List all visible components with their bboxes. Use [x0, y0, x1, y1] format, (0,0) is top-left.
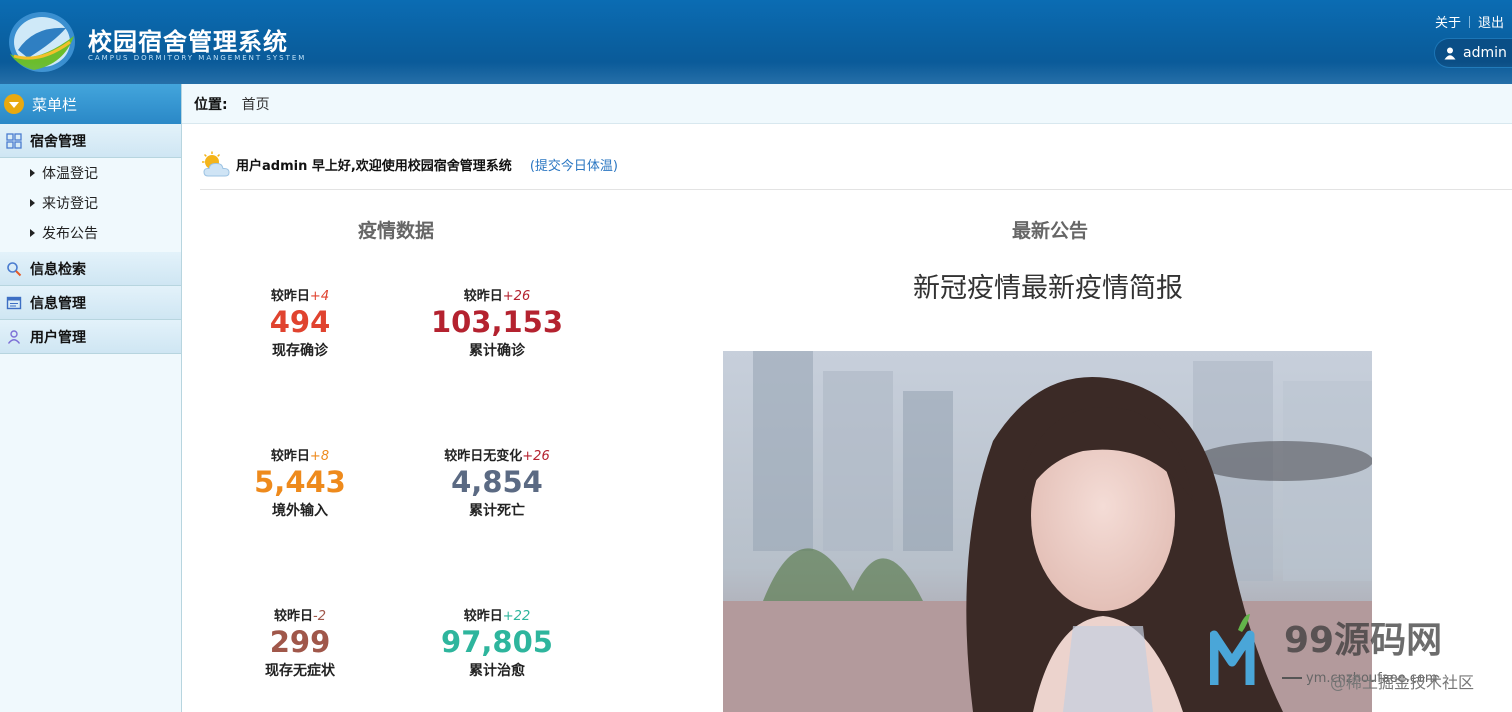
stat-compare-label: 较昨日	[270, 449, 310, 464]
stat-compare-label: 较昨日	[270, 289, 310, 304]
logout-link[interactable]: 退出	[1470, 12, 1512, 31]
weather-sun-cloud-icon	[202, 151, 230, 176]
stat-delta: -2	[313, 609, 326, 624]
sidebar-group-users[interactable]: 用户管理	[0, 320, 181, 354]
stat-current-confirmed: 较昨日+4 494 现存确诊	[190, 285, 410, 360]
notice-title: 最新公告	[1012, 220, 1089, 242]
app-title: 校园宿舍管理系统	[88, 28, 288, 56]
stat-compare-label: 较昨日	[274, 609, 314, 624]
sidebar-item-label: 发布公告	[42, 226, 98, 242]
sidebar-item-visitor[interactable]: 来访登记	[0, 188, 181, 218]
grid-icon	[6, 132, 22, 149]
top-links: 关于 退出	[1427, 12, 1512, 31]
globe-logo-icon	[9, 12, 75, 72]
sidebar-item-label: 体温登记	[42, 166, 98, 182]
stat-compare: 较昨日+4	[190, 285, 410, 304]
search-icon	[7, 261, 22, 276]
stat-total-deaths: 较昨日无变化+26 4,854 累计死亡	[387, 445, 607, 520]
stat-value: 494	[269, 305, 331, 339]
sidebar-group-label: 信息管理	[30, 295, 86, 312]
sidebar-group-label: 宿舍管理	[30, 133, 86, 150]
watermark-logo: 99源码网 ym.cnzhoufaee.com @稀土掘金技术社区	[1210, 614, 1474, 692]
user-menu[interactable]: admin	[1434, 38, 1512, 68]
app-header: 校园宿舍管理系统 CAMPUS DORMITORY MANGEMENT SYST…	[0, 0, 1512, 84]
breadcrumb: 位置: 首页	[182, 84, 1512, 124]
about-link[interactable]: 关于	[1427, 12, 1469, 31]
watermark-brand: 99源码网	[1284, 620, 1442, 661]
sidebar-group-dorm[interactable]: 宿舍管理	[0, 124, 181, 158]
chevron-down-icon	[4, 94, 24, 114]
user-icon	[1444, 47, 1456, 60]
stat-compare: 较昨日无变化+26	[387, 445, 607, 464]
sidebar-item-notice[interactable]: 发布公告	[0, 218, 181, 248]
menu-title: 菜单栏	[32, 95, 78, 114]
stat-asymptomatic: 较昨日-2 299 现存无症状	[190, 605, 410, 680]
sidebar-submenu: 体温登记 来访登记 发布公告	[0, 158, 181, 252]
username: admin	[1463, 45, 1507, 61]
caret-right-icon	[30, 229, 35, 237]
notice-headline[interactable]: 新冠疫情最新疫情简报	[880, 266, 1216, 305]
stat-label: 累计治愈	[469, 663, 525, 679]
caret-right-icon	[30, 199, 35, 207]
stat-value: 103,153	[430, 305, 564, 339]
sidebar: 菜单栏 宿舍管理 体温登记 来访登记 发布公告 信息检索 信息管理 用户管理	[0, 84, 182, 712]
greeting-bar: 用户admin 早上好,欢迎使用校园宿舍管理系统 (提交今日体温)	[200, 140, 1512, 190]
greeting-message: 用户admin 早上好,欢迎使用校园宿舍管理系统	[236, 159, 512, 174]
stat-delta: +22	[502, 609, 531, 624]
user-icon	[7, 329, 21, 344]
menu-header[interactable]: 菜单栏	[0, 84, 181, 124]
document-icon	[6, 296, 22, 309]
stat-delta: +4	[309, 289, 330, 304]
stat-value: 4,854	[451, 465, 543, 499]
stat-delta: +26	[502, 289, 531, 304]
epidemic-title: 疫情数据	[358, 220, 435, 242]
stat-compare: 较昨日+8	[190, 445, 410, 464]
stat-compare: 较昨日+26	[387, 285, 607, 304]
sidebar-group-info[interactable]: 信息管理	[0, 286, 181, 320]
stat-delta: +8	[309, 449, 330, 464]
sidebar-item-label: 来访登记	[42, 196, 98, 212]
stat-label: 现存无症状	[265, 663, 335, 679]
stat-label: 境外输入	[272, 503, 328, 519]
breadcrumb-label: 位置:	[194, 96, 228, 113]
sidebar-group-label: 信息检索	[30, 261, 86, 278]
stat-value: 299	[269, 625, 331, 659]
stat-compare: 较昨日+22	[387, 605, 607, 624]
stat-label: 累计确诊	[469, 343, 525, 359]
stat-total-recovered: 较昨日+22 97,805 累计治愈	[387, 605, 607, 680]
stat-value: 97,805	[441, 625, 553, 659]
caret-right-icon	[30, 169, 35, 177]
sidebar-group-label: 用户管理	[30, 329, 86, 346]
stat-value: 5,443	[254, 465, 346, 499]
stat-total-confirmed: 较昨日+26 103,153 累计确诊	[387, 285, 607, 360]
stat-delta: +26	[522, 449, 550, 464]
submit-temperature-link[interactable]: (提交今日体温)	[530, 155, 618, 174]
stat-compare: 较昨日-2	[190, 605, 410, 624]
stat-label: 现存确诊	[272, 343, 328, 359]
breadcrumb-home[interactable]: 首页	[242, 94, 270, 114]
sidebar-item-temperature[interactable]: 体温登记	[0, 158, 181, 188]
stat-compare-label: 较昨日	[463, 609, 503, 624]
watermark-community: @稀土掘金技术社区	[1330, 673, 1474, 692]
stat-compare-label: 较昨日无变化	[444, 449, 523, 464]
stat-imported: 较昨日+8 5,443 境外输入	[190, 445, 410, 520]
stat-label: 累计死亡	[469, 503, 525, 519]
sidebar-group-search[interactable]: 信息检索	[0, 252, 181, 286]
stat-compare-label: 较昨日	[463, 289, 503, 304]
app-subtitle: CAMPUS DORMITORY MANGEMENT SYSTEM	[88, 54, 307, 62]
